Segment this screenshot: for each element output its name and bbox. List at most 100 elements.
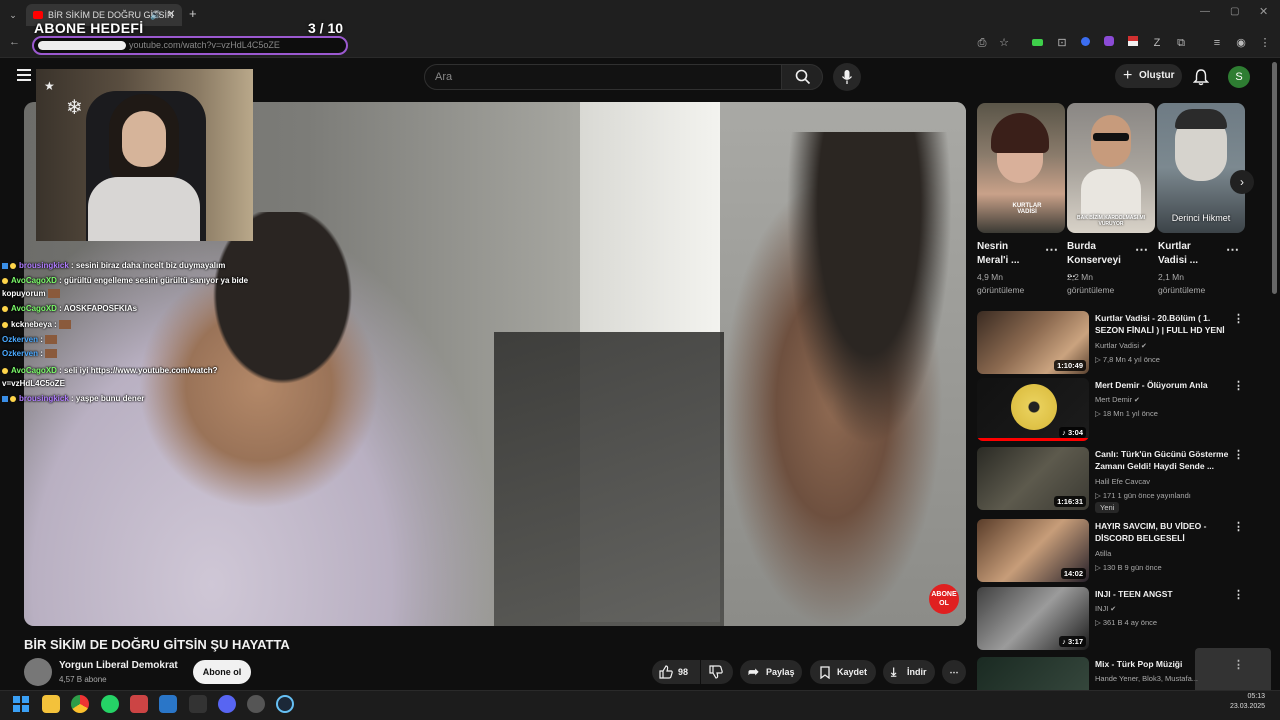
- address-bar[interactable]: youtube.com/watch?v=vzHdL4C5oZE: [32, 36, 348, 55]
- chat-message: Ozkerven :: [2, 349, 57, 359]
- verified-check-icon: ✔: [1108, 606, 1117, 613]
- extension-flag-icon[interactable]: [1126, 36, 1140, 50]
- file-explorer-icon[interactable]: [42, 695, 60, 713]
- discord-icon[interactable]: [218, 695, 236, 713]
- photos-icon[interactable]: [159, 695, 177, 713]
- app-icon[interactable]: [130, 695, 148, 713]
- save-button[interactable]: Kaydet: [810, 660, 876, 684]
- recommended-channel[interactable]: Hande Yener, Blok3, Mustafa...: [1095, 674, 1198, 683]
- new-tab-icon[interactable]: +: [189, 6, 197, 21]
- extension-blue-icon[interactable]: [1078, 36, 1092, 50]
- back-icon[interactable]: ←: [9, 36, 20, 48]
- page-scrollbar[interactable]: [1272, 62, 1277, 294]
- media-control-icon[interactable]: ≡: [1210, 36, 1224, 50]
- close-tab-icon[interactable]: ✕: [167, 4, 175, 26]
- short-menu-icon[interactable]: ⋯: [1045, 242, 1058, 258]
- chat-text: kopuyorum: [2, 289, 46, 298]
- recommended-title[interactable]: Mert Demir - Ölüyorum Anla: [1095, 379, 1235, 391]
- extension-gamepad-icon[interactable]: ⊡: [1055, 36, 1069, 50]
- create-button[interactable]: + Oluştur: [1115, 64, 1182, 88]
- profile-icon[interactable]: ◉: [1234, 36, 1248, 50]
- chat-username: Ozkerven: [2, 335, 39, 344]
- extension-purple-icon[interactable]: [1102, 36, 1116, 50]
- recommended-thumbnail[interactable]: ♪ 3:04: [977, 378, 1089, 441]
- recommended-title[interactable]: Canlı: Türk'ün Gücünü Gösterme Zamanı Ge…: [1095, 448, 1235, 472]
- short-thumb-text: BAK BİZİM KARDOLMASI MI VURUYOR: [1076, 215, 1146, 227]
- epic-games-icon[interactable]: [189, 695, 207, 713]
- recommended-menu-icon[interactable]: ⋮: [1233, 312, 1244, 325]
- recommended-thumbnail[interactable]: 14:02: [977, 519, 1089, 582]
- tab-search-icon[interactable]: ⌄: [6, 8, 20, 22]
- short-title[interactable]: Nesrin Meral'i ...: [977, 240, 1041, 268]
- steam-icon[interactable]: [276, 695, 294, 713]
- sunglasses: [1093, 133, 1129, 141]
- video-duration: ♪ 3:17: [1059, 636, 1086, 647]
- webcam-person-sweater: [88, 177, 200, 241]
- recommended-thumbnail[interactable]: 1:16:31: [977, 447, 1089, 510]
- short-thumbnail[interactable]: Derinci Hikmet: [1157, 103, 1245, 233]
- dislike-button[interactable]: [701, 660, 733, 684]
- recommended-title[interactable]: HAYIR SAVCIM, BU VİDEO - DİSCORD BELGESE…: [1095, 520, 1235, 544]
- chat-username: AvoCagoXD: [11, 276, 57, 285]
- recommended-channel[interactable]: Atilla: [1095, 549, 1111, 558]
- extensions-puzzle-icon[interactable]: ⧉: [1174, 36, 1188, 50]
- browser-menu-icon[interactable]: ⋮: [1258, 36, 1272, 50]
- recommended-title[interactable]: INJI - TEEN ANGST: [1095, 588, 1235, 600]
- recommended-menu-icon[interactable]: ⋮: [1233, 520, 1244, 533]
- short-menu-icon[interactable]: ⋯: [1226, 242, 1239, 258]
- recommended-thumbnail[interactable]: ♪ 3:17: [977, 587, 1089, 650]
- windows-start-icon[interactable]: [12, 695, 30, 713]
- chat-badge-icon: [2, 305, 8, 312]
- short-thumbnail[interactable]: BAK BİZİM KARDOLMASI MI VURUYOR: [1067, 103, 1155, 233]
- share-button[interactable]: ➦ Paylaş: [740, 660, 802, 684]
- extension-z-icon[interactable]: Z: [1150, 36, 1164, 50]
- app-icon[interactable]: [247, 695, 265, 713]
- channel-label: Mert Demir: [1095, 395, 1133, 404]
- browser-tab-strip: ⌄ BİR SİKİM DE DOĞRU GİTSİN 🔊 ✕ + — ▢ ✕: [0, 0, 1280, 30]
- chat-badge-icon: [2, 367, 8, 374]
- install-app-icon[interactable]: ⎙: [975, 36, 989, 50]
- recommended-menu-icon[interactable]: ⋮: [1233, 379, 1244, 392]
- close-window-icon[interactable]: ✕: [1259, 5, 1268, 18]
- new-badge: Yeni: [1095, 502, 1120, 513]
- chat-badge-icon: [10, 395, 16, 402]
- search-input[interactable]: Ara: [424, 64, 782, 90]
- snowflake-icon: ❄: [66, 97, 83, 119]
- like-button[interactable]: 98: [652, 660, 700, 684]
- recommended-menu-icon[interactable]: ⋮: [1233, 588, 1244, 601]
- star-decoration-icon: ★: [44, 79, 55, 93]
- account-avatar[interactable]: S: [1228, 66, 1250, 88]
- search-button[interactable]: [781, 64, 823, 90]
- short-menu-icon[interactable]: ⋯: [1135, 242, 1148, 258]
- short-title[interactable]: Kurtlar Vadisi ...: [1158, 240, 1222, 268]
- chat-text: :: [40, 335, 43, 344]
- recommended-channel[interactable]: Kurtlar Vadisi ✔: [1095, 341, 1147, 350]
- recommended-meta: ▷ 7,8 Mn 4 yıl önce: [1095, 355, 1160, 364]
- address-url: youtube.com/watch?v=vzHdL4C5oZE: [129, 40, 280, 50]
- bookmark-star-icon[interactable]: ☆: [997, 36, 1011, 50]
- notifications-bell-icon[interactable]: [1193, 68, 1209, 86]
- download-button[interactable]: ⤓ İndir: [883, 660, 935, 684]
- channel-label: Hande Yener, Blok3, Mustafa...: [1095, 674, 1198, 683]
- recommended-menu-icon[interactable]: ⋮: [1233, 448, 1244, 461]
- more-actions-button[interactable]: ⋯: [942, 660, 966, 684]
- recommended-channel[interactable]: INJI ✔: [1095, 604, 1116, 613]
- minimize-icon[interactable]: —: [1200, 6, 1210, 17]
- subscribe-button[interactable]: Abone ol: [193, 660, 251, 684]
- speaker-icon[interactable]: 🔊: [150, 4, 161, 26]
- recommended-thumbnail[interactable]: 1:10:49: [977, 311, 1089, 374]
- maximize-icon[interactable]: ▢: [1230, 6, 1239, 17]
- voice-search-button[interactable]: [833, 63, 861, 91]
- recommended-channel[interactable]: Mert Demir ✔: [1095, 395, 1140, 404]
- extension-green-icon[interactable]: [1030, 36, 1044, 50]
- short-thumbnail[interactable]: KURTLAR VADİSİ: [977, 103, 1065, 233]
- recommended-channel[interactable]: Halil Efe Cavcav: [1095, 477, 1150, 486]
- hamburger-menu-icon[interactable]: [17, 69, 31, 81]
- whatsapp-icon[interactable]: [101, 695, 119, 713]
- channel-avatar[interactable]: [24, 658, 52, 686]
- chrome-icon[interactable]: [71, 695, 89, 713]
- recommended-title[interactable]: Kurtlar Vadisi - 20.Bölüm ( 1. SEZON FİN…: [1095, 312, 1235, 336]
- cd-disc-icon: [1011, 384, 1057, 430]
- channel-name[interactable]: Yorgun Liberal Demokrat: [59, 660, 178, 671]
- shorts-next-button[interactable]: ›: [1230, 170, 1254, 194]
